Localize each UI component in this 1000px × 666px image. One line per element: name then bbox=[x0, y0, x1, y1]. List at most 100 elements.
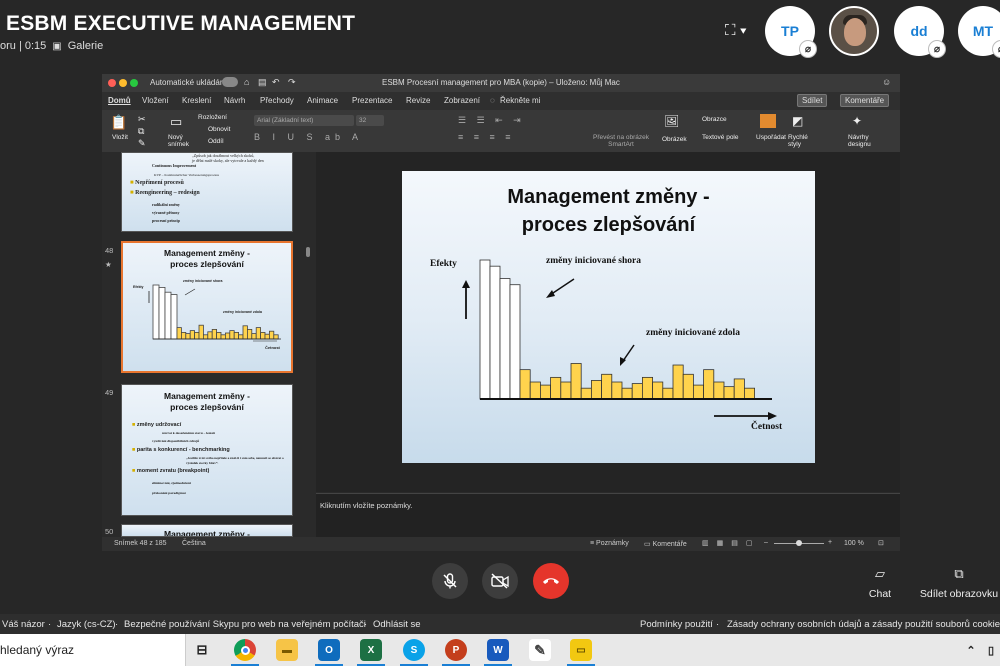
slide-canvas[interactable]: Management změny - proces zlepšování Efe… bbox=[402, 171, 815, 463]
section-button[interactable]: Oddíl bbox=[208, 138, 224, 145]
notes-placeholder[interactable]: Kliknutím vložíte poznámky. bbox=[320, 501, 412, 510]
video-toggle-button[interactable] bbox=[482, 563, 518, 599]
quick-styles-button[interactable]: Rychlé styly bbox=[788, 134, 812, 148]
layout-switch-icon[interactable]: ⛶ ▾ bbox=[725, 22, 755, 40]
tab-design[interactable]: Návrh bbox=[224, 96, 245, 105]
share-screen-button[interactable]: ⧉ Sdílet obrazovku bbox=[918, 566, 1000, 600]
arrange-icon[interactable] bbox=[760, 114, 776, 128]
slide-thumbnail[interactable]: Management změny - bbox=[121, 524, 293, 537]
excel-icon[interactable]: X bbox=[360, 639, 382, 661]
safety-link[interactable]: Bezpečné používání Skypu pro web na veře… bbox=[124, 619, 366, 630]
skype-icon[interactable]: S bbox=[403, 639, 425, 661]
notes-pane[interactable]: Kliknutím vložíte poznámky. bbox=[316, 493, 900, 537]
minimize-window-icon[interactable] bbox=[119, 79, 127, 87]
file-explorer-icon[interactable]: ▬ bbox=[276, 639, 298, 661]
designer-button[interactable]: Návrhy designu bbox=[848, 134, 878, 148]
thumbnails-scrollbar[interactable] bbox=[306, 247, 310, 257]
gallery-icon[interactable]: ▣ bbox=[52, 41, 61, 52]
slide-thumbnail-selected[interactable]: Management změny - proces zlepšování Efe… bbox=[121, 241, 293, 373]
privacy-link[interactable]: Zásady ochrany osobních údajů a zásady p… bbox=[727, 619, 1000, 630]
comments-toggle[interactable]: ▭ Komentáře bbox=[644, 540, 687, 548]
undo-icon[interactable]: ↶ bbox=[272, 77, 280, 88]
designer-icon[interactable]: ✦ bbox=[852, 114, 862, 128]
participant-avatar[interactable]: TP ⌀ bbox=[765, 6, 817, 58]
notes-toggle[interactable]: ≡ Poznámky bbox=[590, 540, 629, 547]
maximize-window-icon[interactable] bbox=[130, 79, 138, 87]
zoom-out-icon[interactable]: – bbox=[764, 539, 768, 546]
zoom-slider-thumb[interactable] bbox=[796, 540, 802, 546]
system-tray-chevron-icon[interactable]: ⌃ bbox=[960, 639, 982, 661]
view-buttons[interactable]: ▥▦▤▢ bbox=[702, 539, 760, 547]
slide-thumbnail[interactable]: „Způsob jak dosáhnout velkých skoků, je … bbox=[121, 152, 293, 232]
font-name-select[interactable]: Arial (Základní text) bbox=[254, 115, 354, 126]
font-size-select[interactable]: 32 bbox=[356, 115, 384, 126]
sticky-notes-icon[interactable]: ▭ bbox=[570, 639, 592, 661]
tab-animations[interactable]: Animace bbox=[307, 96, 338, 105]
taskbar-search-box[interactable]: hledaný výraz bbox=[0, 634, 186, 666]
picture-icon[interactable]: 🖼 bbox=[664, 114, 679, 128]
paragraph-icons[interactable]: ☰ ☰ ⇤ ⇥ bbox=[458, 115, 525, 126]
end-call-button[interactable] bbox=[533, 563, 569, 599]
autosave-toggle[interactable] bbox=[222, 77, 238, 87]
reset-button[interactable]: Obnovit bbox=[208, 126, 230, 133]
chat-button[interactable]: ▱ Chat bbox=[860, 566, 900, 600]
align-icons[interactable]: ≡ ≡ ≡ ≡ bbox=[458, 132, 515, 142]
tab-home[interactable]: Domů bbox=[108, 96, 131, 105]
task-view-icon[interactable]: ⊟ bbox=[191, 639, 213, 661]
arrange-button[interactable]: Uspořádat bbox=[756, 134, 786, 141]
convert-smartart-button[interactable]: Převést na obrázek SmartArt bbox=[590, 134, 652, 148]
shapes-button[interactable]: Obrazce bbox=[702, 116, 727, 123]
picture-button[interactable]: Obrázek bbox=[662, 136, 687, 143]
bar-bottom-initiated bbox=[560, 381, 572, 400]
outlook-icon[interactable]: O bbox=[318, 639, 340, 661]
bar-bottom-initiated bbox=[268, 330, 275, 340]
gallery-label[interactable]: Galerie bbox=[68, 40, 103, 52]
bar-bottom-initiated bbox=[194, 332, 200, 340]
language-link[interactable]: Jazyk (cs-CZ) bbox=[57, 619, 116, 630]
feedback-link[interactable]: Váš názor bbox=[2, 619, 45, 630]
tab-review[interactable]: Revize bbox=[406, 96, 430, 105]
save-icon[interactable]: ▤ bbox=[258, 77, 267, 88]
paste-icon[interactable]: 📋 bbox=[110, 114, 127, 131]
tab-transitions[interactable]: Přechody bbox=[260, 96, 294, 105]
layout-button[interactable]: Rozložení bbox=[198, 114, 227, 121]
format-painter-icon[interactable]: ✎ bbox=[138, 138, 146, 149]
paste-button[interactable]: Vložit bbox=[112, 134, 128, 141]
chrome-icon[interactable] bbox=[234, 639, 256, 661]
tab-view[interactable]: Zobrazení bbox=[444, 96, 480, 105]
quick-styles-icon[interactable]: ◩ bbox=[792, 114, 803, 128]
copy-icon[interactable]: ⧉ bbox=[138, 126, 144, 137]
bar-bottom-initiated bbox=[539, 384, 551, 400]
participant-avatar[interactable]: dd ⌀ bbox=[894, 6, 946, 58]
signout-link[interactable]: Odhlásit se bbox=[373, 619, 421, 630]
mute-mic-button[interactable] bbox=[432, 563, 468, 599]
network-icon[interactable]: ▯ bbox=[980, 639, 1000, 661]
share-button[interactable]: Sdílet bbox=[797, 94, 828, 107]
paint-icon[interactable]: ✎ bbox=[529, 639, 551, 661]
terms-link[interactable]: Podmínky použití bbox=[640, 619, 713, 630]
tab-slideshow[interactable]: Prezentace bbox=[352, 96, 392, 105]
slide-thumbnail[interactable]: Management změny - proces zlepšování ■ z… bbox=[121, 384, 293, 516]
participant-avatar[interactable]: MT ⌀ bbox=[958, 6, 1000, 58]
zoom-level[interactable]: 100 % bbox=[844, 540, 864, 547]
new-slide-button[interactable]: Nový snímek bbox=[168, 134, 190, 148]
textbox-button[interactable]: Textové pole bbox=[702, 134, 739, 141]
powerpoint-icon[interactable]: P bbox=[445, 639, 467, 661]
close-window-icon[interactable] bbox=[108, 79, 116, 87]
tell-me-search[interactable]: Řekněte mi bbox=[500, 96, 540, 105]
comments-button[interactable]: Komentáře bbox=[840, 94, 890, 107]
cut-icon[interactable]: ✂ bbox=[138, 114, 146, 125]
home-icon[interactable]: ⌂ bbox=[244, 77, 249, 87]
redo-icon[interactable]: ↷ bbox=[288, 77, 296, 88]
user-icon[interactable]: ☺ bbox=[882, 77, 891, 87]
word-icon[interactable]: W bbox=[487, 639, 509, 661]
zoom-in-icon[interactable]: + bbox=[828, 539, 832, 546]
participant-video[interactable] bbox=[829, 6, 879, 56]
font-format-icons[interactable]: B I U S ab A bbox=[254, 132, 363, 142]
language-indicator[interactable]: Čeština bbox=[182, 540, 206, 547]
tab-draw[interactable]: Kreslení bbox=[182, 96, 211, 105]
thumb-chart bbox=[148, 284, 281, 342]
tab-insert[interactable]: Vložení bbox=[142, 96, 169, 105]
new-slide-icon[interactable]: ▭ bbox=[170, 114, 182, 130]
fit-slide-icon[interactable]: ⊡ bbox=[878, 539, 884, 547]
